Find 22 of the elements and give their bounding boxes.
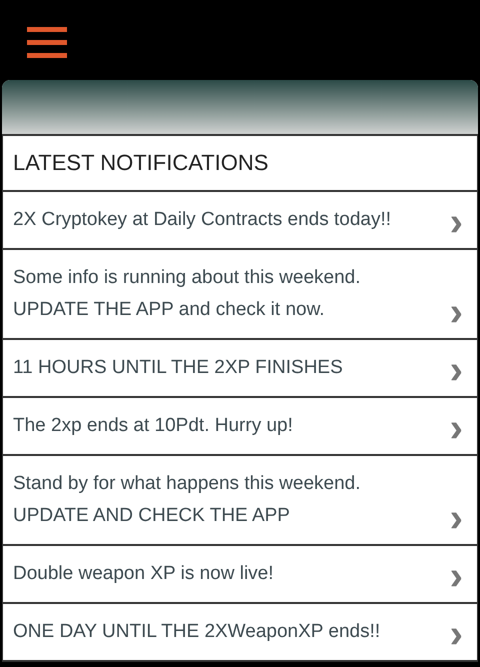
chevron-icon: › [450, 356, 463, 384]
chevron-icon: › [450, 562, 463, 590]
notification-row[interactable]: Double weapon XP is now live! › [2, 546, 478, 604]
notification-row[interactable]: The 2xp ends at 10Pdt. Hurry up! › [2, 398, 478, 456]
notification-row[interactable]: ONE DAY UNTIL THE 2XWeaponXP ends!! › [2, 604, 478, 662]
notification-text: Stand by for what happens this weekend. UPDATE AND CHECK THE APP [13, 472, 361, 528]
chevron-icon: › [450, 298, 463, 326]
chevron-icon: › [450, 208, 463, 236]
notification-text: ONE DAY UNTIL THE 2XWeaponXP ends!! [13, 620, 380, 644]
notification-text: 2X Cryptokey at Daily Contracts ends today!! [13, 208, 392, 232]
menu-button[interactable] [27, 27, 67, 58]
notification-text: Some info is running about this weekend. UPDATE THE APP and check it now. [13, 266, 360, 322]
notification-text: The 2xp ends at 10Pdt. Hurry up! [13, 414, 293, 438]
notification-row[interactable]: 2X Cryptokey at Daily Contracts ends today!! › [2, 192, 478, 250]
chevron-icon: › [450, 414, 463, 442]
chevron-icon: › [450, 504, 463, 532]
notification-row[interactable]: 11 HOURS UNTIL THE 2XP FINISHES › [2, 340, 478, 398]
notification-text: Double weapon XP is now live! [13, 562, 274, 586]
notification-row[interactable]: Some info is running about this weekend. UPDATE THE APP and check it now. › [2, 250, 478, 340]
chevron-icon: › [450, 620, 463, 648]
notification-text: 11 HOURS UNTIL THE 2XP FINISHES [13, 356, 343, 380]
notification-row[interactable]: Stand by for what happens this weekend. UPDATE AND CHECK THE APP › [2, 456, 478, 546]
